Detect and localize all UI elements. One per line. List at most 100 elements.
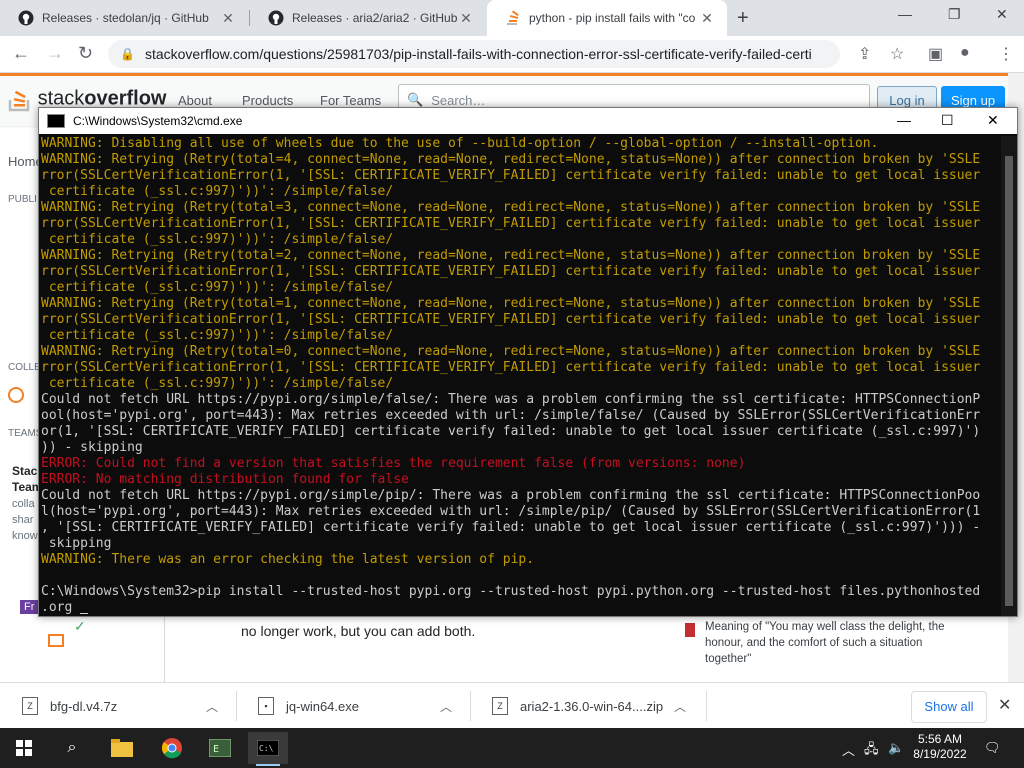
download-item[interactable]: ▪ jq-win64.exe ︿ xyxy=(236,683,470,729)
nav-about[interactable]: About xyxy=(178,93,212,108)
tab-title: Releases · aria2/aria2 · GitHub xyxy=(292,11,458,25)
terminal-app-icon[interactable]: E xyxy=(200,732,240,764)
divider xyxy=(706,691,707,721)
hot-network-question[interactable]: Meaning of "You may well class the delig… xyxy=(705,619,965,667)
svg-text:E: E xyxy=(213,744,219,755)
console-line: WARNING: Disabling all use of wheels due… xyxy=(41,136,879,151)
console-line: rror(SSLCertVerificationError(1, '[SSL: … xyxy=(41,360,981,375)
tab-title: python - pip install fails with "co xyxy=(529,11,696,25)
console-line: , '[SSL: CERTIFICATE_VERIFY_FAILED] cert… xyxy=(41,520,981,535)
sidebar-public-header: PUBLI xyxy=(8,194,37,205)
network-icon[interactable]: 🖧 xyxy=(864,740,879,762)
exe-file-icon: ▪ xyxy=(258,697,274,715)
teams-promo-text-3: know xyxy=(12,530,38,542)
cmd-console-output[interactable]: WARNING: Disabling all use of wheels due… xyxy=(41,136,999,614)
logo-text-stack: stack xyxy=(37,87,85,110)
console-line: WARNING: There was an error checking the… xyxy=(41,552,535,567)
notification-icon[interactable]: 🗨 xyxy=(984,740,1001,756)
system-clock[interactable]: 5:56 AM 8/19/2022 xyxy=(900,732,980,762)
teams-promo-text: colla xyxy=(12,498,35,510)
console-line: rror(SSLCertVerificationError(1, '[SSL: … xyxy=(41,312,981,327)
search-icon: 🔍 xyxy=(407,92,424,107)
new-tab-button[interactable]: + xyxy=(737,7,749,30)
profile-icon[interactable]: ● xyxy=(960,44,970,62)
download-filename: aria2-1.36.0-win-64....zip xyxy=(520,698,664,714)
console-line: ERROR: No matching distribution found fo… xyxy=(41,472,409,487)
share-icon[interactable]: ⇪ xyxy=(858,44,871,64)
console-line: rror(SSLCertVerificationError(1, '[SSL: … xyxy=(41,216,981,231)
stackoverflow-icon xyxy=(505,10,521,26)
download-item[interactable]: Z aria2-1.36.0-win-64....zip ︿ xyxy=(470,683,706,729)
address-bar[interactable]: 🔒 stackoverflow.com/questions/25981703/p… xyxy=(108,40,840,68)
stackoverflow-icon xyxy=(8,90,30,112)
console-line: or(1, '[SSL: CERTIFICATE_VERIFY_FAILED] … xyxy=(41,424,981,439)
cmd-maximize-icon[interactable]: ☐ xyxy=(941,112,954,129)
lock-icon: 🔒 xyxy=(120,47,135,61)
console-line: skipping xyxy=(41,536,112,551)
console-line: rror(SSLCertVerificationError(1, '[SSL: … xyxy=(41,264,981,279)
console-line: WARNING: Retrying (Retry(total=2, connec… xyxy=(41,248,981,263)
chrome-icon[interactable] xyxy=(152,732,192,764)
restore-icon[interactable]: ❐ xyxy=(948,6,961,23)
side-panel-icon[interactable]: ▣ xyxy=(928,44,943,64)
console-line: ool(host='pypi.org', port=443): Max retr… xyxy=(41,408,981,423)
search-placeholder: Search… xyxy=(431,92,486,108)
clock-time: 5:56 AM xyxy=(917,732,963,746)
bookmark-star-icon[interactable]: ☆ xyxy=(890,44,904,64)
close-icon[interactable]: ✕ xyxy=(220,10,236,27)
tab-aria2-releases[interactable]: Releases · aria2/aria2 · GitHub ✕ xyxy=(250,0,486,36)
close-icon[interactable]: ✕ xyxy=(458,10,474,27)
github-icon xyxy=(18,10,34,26)
download-shelf: Z bfg-dl.v4.7z ︿ ▪ jq-win64.exe ︿ Z aria… xyxy=(0,682,1024,729)
close-icon[interactable]: ✕ xyxy=(699,10,715,27)
cmd-close-icon[interactable]: ✕ xyxy=(987,112,999,129)
reload-icon[interactable]: ↻ xyxy=(78,43,93,64)
tab-strip: Releases · stedolan/jq · GitHub ✕ Releas… xyxy=(0,0,1024,36)
bookmark-icon xyxy=(685,623,695,637)
console-line: C:\Windows\System32>pip install --truste… xyxy=(41,584,981,599)
console-line: certificate (_ssl.c:997)'))': /simple/fa… xyxy=(41,232,394,247)
chevron-up-icon[interactable]: ︿ xyxy=(674,698,686,715)
tab-title: Releases · stedolan/jq · GitHub xyxy=(42,11,209,25)
chevron-up-icon[interactable]: ︿ xyxy=(440,698,452,715)
cmd-icon xyxy=(47,114,65,128)
close-icon[interactable]: ✕ xyxy=(998,695,1011,715)
menu-icon[interactable]: ⋮ xyxy=(998,44,1014,64)
chevron-up-icon[interactable]: ︿ xyxy=(842,740,855,759)
zip-file-icon: Z xyxy=(492,697,508,715)
minimize-icon[interactable]: — xyxy=(898,6,912,22)
console-line: WARNING: Retrying (Retry(total=3, connec… xyxy=(41,200,981,215)
back-icon[interactable]: ← xyxy=(12,43,30,64)
nav-for-teams[interactable]: For Teams xyxy=(320,93,381,108)
start-button[interactable] xyxy=(4,732,44,764)
github-icon xyxy=(268,10,284,26)
file-explorer-icon[interactable] xyxy=(102,732,142,764)
console-line: rror(SSLCertVerificationError(1, '[SSL: … xyxy=(41,168,981,183)
download-item[interactable]: Z bfg-dl.v4.7z ︿ xyxy=(0,683,236,729)
console-line: certificate (_ssl.c:997)'))': /simple/fa… xyxy=(41,328,394,343)
console-line: certificate (_ssl.c:997)'))': /simple/fa… xyxy=(41,184,394,199)
console-line: WARNING: Retrying (Retry(total=0, connec… xyxy=(41,344,981,359)
console-line: WARNING: Retrying (Retry(total=4, connec… xyxy=(41,152,981,167)
tab-stackoverflow[interactable]: python - pip install fails with "co ✕ xyxy=(487,0,727,36)
close-window-icon[interactable]: ✕ xyxy=(996,6,1008,23)
cmd-minimize-icon[interactable]: — xyxy=(897,112,911,128)
console-line: WARNING: Retrying (Retry(total=1, connec… xyxy=(41,296,981,311)
forward-icon[interactable]: → xyxy=(46,43,64,64)
search-icon[interactable]: ⌕ xyxy=(52,732,92,764)
cmd-taskbar-icon[interactable]: C:\ xyxy=(248,732,288,766)
tab-jq-releases[interactable]: Releases · stedolan/jq · GitHub ✕ xyxy=(0,0,248,36)
show-all-button[interactable]: Show all xyxy=(911,691,987,723)
free-badge[interactable]: Fr xyxy=(20,600,39,614)
cmd-scroll-thumb[interactable] xyxy=(1005,156,1013,606)
collectives-icon xyxy=(8,387,24,403)
cmd-window[interactable]: C:\Windows\System32\cmd.exe — ☐ ✕ WARNIN… xyxy=(38,107,1018,617)
teams-promo-title: Stac xyxy=(12,464,38,478)
chevron-up-icon[interactable]: ︿ xyxy=(206,698,218,715)
nav-products[interactable]: Products xyxy=(242,93,293,108)
cmd-scrollbar[interactable] xyxy=(1001,136,1017,616)
cmd-titlebar[interactable]: C:\Windows\System32\cmd.exe — ☐ ✕ xyxy=(39,108,1017,134)
clock-date: 8/19/2022 xyxy=(913,747,967,761)
console-line: Could not fetch URL https://pypi.org/sim… xyxy=(41,392,981,407)
